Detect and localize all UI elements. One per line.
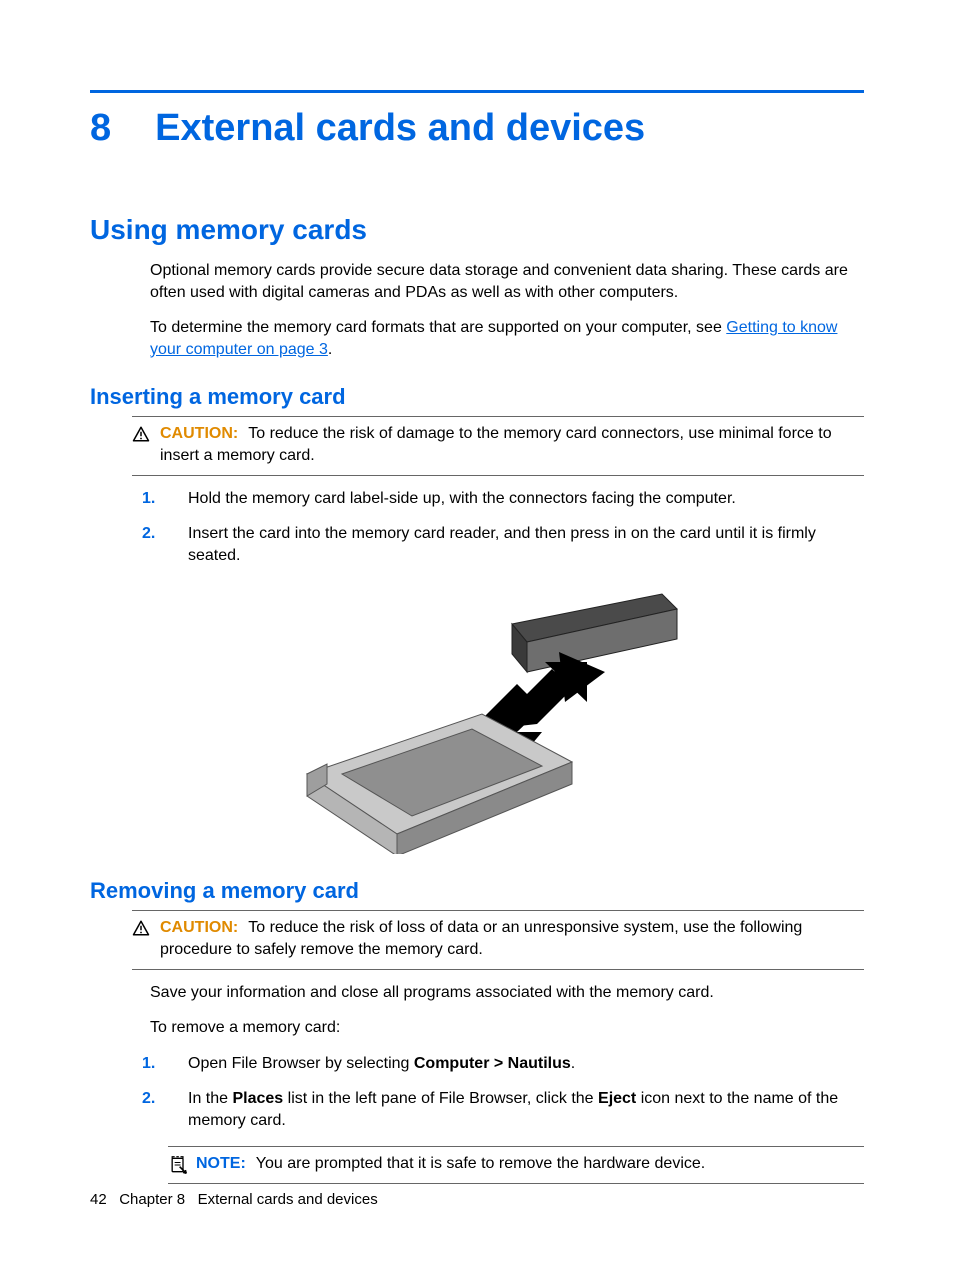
note-label: NOTE: bbox=[196, 1155, 246, 1172]
footer-chapter-label: Chapter 8 bbox=[119, 1191, 185, 1208]
list-item: 1. Open File Browser by selecting Comput… bbox=[142, 1053, 864, 1075]
intro-para-2: To determine the memory card formats tha… bbox=[150, 317, 864, 360]
note-remove: NOTE: You are prompted that it is safe to… bbox=[168, 1146, 864, 1184]
caution-insert: CAUTION:To reduce the risk of damage to … bbox=[132, 416, 864, 475]
caution-icon bbox=[132, 919, 152, 937]
caution-label: CAUTION: bbox=[160, 425, 238, 442]
note-icon bbox=[168, 1155, 188, 1175]
step-number: 2. bbox=[142, 523, 162, 566]
intro-para-2-pre: To determine the memory card formats tha… bbox=[150, 319, 726, 336]
intro-para-1: Optional memory cards provide secure dat… bbox=[150, 260, 864, 303]
page-number: 42 bbox=[90, 1191, 107, 1208]
chapter-title: External cards and devices bbox=[155, 107, 645, 150]
step2-pre: In the bbox=[188, 1090, 232, 1107]
subsection-inserting-heading: Inserting a memory card bbox=[90, 384, 864, 410]
caution-icon bbox=[132, 425, 152, 443]
list-item: 2. Insert the card into the memory card … bbox=[142, 523, 864, 566]
step1-post: . bbox=[571, 1055, 575, 1072]
step-number: 1. bbox=[142, 1053, 162, 1075]
caution-remove: CAUTION:To reduce the risk of loss of da… bbox=[132, 910, 864, 969]
list-item: 1. Hold the memory card label-side up, w… bbox=[142, 488, 864, 510]
list-item: 2. In the Places list in the left pane o… bbox=[142, 1088, 864, 1131]
caution-insert-text: To reduce the risk of damage to the memo… bbox=[160, 425, 832, 464]
step1-pre: Open File Browser by selecting bbox=[188, 1055, 414, 1072]
subsection-removing-heading: Removing a memory card bbox=[90, 878, 864, 904]
page-footer: 42 Chapter 8 External cards and devices bbox=[90, 1191, 378, 1208]
intro-para-2-post: . bbox=[328, 341, 332, 358]
caution-remove-text: To reduce the risk of loss of data or an… bbox=[160, 919, 802, 958]
step-text: Hold the memory card label-side up, with… bbox=[188, 488, 736, 510]
chapter-heading: 8 External cards and devices bbox=[90, 107, 864, 150]
caution-label: CAUTION: bbox=[160, 919, 238, 936]
step-text: In the Places list in the left pane of F… bbox=[188, 1088, 864, 1131]
remove-para-2: To remove a memory card: bbox=[150, 1017, 864, 1039]
note-text: You are prompted that it is safe to remo… bbox=[256, 1155, 705, 1172]
step2-mid: list in the left pane of File Browser, c… bbox=[283, 1090, 598, 1107]
step-number: 2. bbox=[142, 1088, 162, 1131]
step-text: Open File Browser by selecting Computer … bbox=[188, 1053, 575, 1075]
remove-para-1: Save your information and close all prog… bbox=[150, 982, 864, 1004]
step1-bold: Computer > Nautilus bbox=[414, 1055, 571, 1072]
chapter-number: 8 bbox=[90, 107, 111, 150]
step-number: 1. bbox=[142, 488, 162, 510]
step-text: Insert the card into the memory card rea… bbox=[188, 523, 864, 566]
top-rule bbox=[90, 90, 864, 93]
footer-chapter-title: External cards and devices bbox=[198, 1191, 378, 1208]
remove-steps: 1. Open File Browser by selecting Comput… bbox=[142, 1053, 864, 1132]
illustration-insert-card bbox=[90, 584, 864, 854]
insert-steps: 1. Hold the memory card label-side up, w… bbox=[142, 488, 864, 567]
section-using-memory-cards-heading: Using memory cards bbox=[90, 214, 864, 246]
step2-b1: Places bbox=[232, 1090, 283, 1107]
step2-b2: Eject bbox=[598, 1090, 636, 1107]
